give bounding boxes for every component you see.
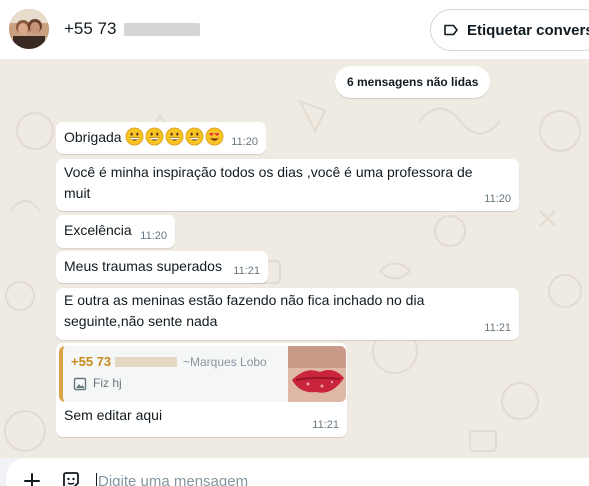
message-text: Meus traumas superados <box>64 258 222 274</box>
message-bubble[interactable]: Meus traumas superados 11:21 <box>56 251 268 283</box>
smiling-face-with-heart-eyes-emoji <box>206 127 224 146</box>
message-bubble[interactable]: E outra as meninas estão fazendo não fic… <box>56 288 519 340</box>
quoted-image-thumbnail <box>288 346 346 402</box>
redacted-number <box>115 356 178 367</box>
message-input[interactable]: Digite uma mensagem <box>96 471 496 486</box>
contact-avatar[interactable] <box>9 9 49 49</box>
message-text: Excelência <box>64 222 132 238</box>
quoted-author: +55 73 <box>71 351 178 372</box>
tag-conversation-button[interactable]: Etiquetar conversa <box>430 9 589 51</box>
quoted-message[interactable]: +55 73 ~Marques Lobo Fiz hj <box>59 346 346 402</box>
composer: Digite uma mensagem <box>6 458 589 486</box>
text-caret <box>96 472 97 486</box>
message-input-placeholder: Digite uma mensagem <box>98 472 249 486</box>
chat-header: +55 73 Etiquetar conversa <box>0 0 589 60</box>
grinning-face-emoji <box>186 127 204 146</box>
grinning-face-emoji <box>166 127 184 146</box>
message-bubble[interactable]: Excelência 11:20 <box>56 215 175 248</box>
sticker-icon[interactable] <box>61 471 81 486</box>
grinning-face-emoji <box>146 127 164 146</box>
message-text: E outra as meninas estão fazendo não fic… <box>64 292 425 329</box>
message-time: 11:20 <box>231 136 258 148</box>
message-time: 11:21 <box>484 322 511 334</box>
message-text: Você é minha inspiração todos os dias ,v… <box>64 164 473 201</box>
message-bubble[interactable]: +55 73 ~Marques Lobo Fiz hj Sem editar a… <box>56 343 347 437</box>
redacted-number <box>124 22 201 36</box>
label-icon <box>444 24 458 36</box>
message-time: 11:21 <box>312 419 339 431</box>
quoted-content: Fiz hj <box>73 373 122 394</box>
composer-bar: Digite uma mensagem <box>0 458 589 486</box>
quoted-push-name: ~Marques Lobo <box>183 355 267 369</box>
message-text: Obrigada <box>64 129 122 145</box>
message-text: Sem editar aqui <box>64 407 163 423</box>
plus-icon[interactable] <box>22 471 42 486</box>
message-time: 11:21 <box>233 265 260 277</box>
message-time: 11:20 <box>484 193 511 205</box>
message-list[interactable]: 6 mensagens não lidas Obrigada 11:20 Voc… <box>0 61 589 458</box>
tag-conversation-label: Etiquetar conversa <box>467 21 589 39</box>
image-icon <box>73 377 87 390</box>
unread-messages-badge: 6 mensagens não lidas <box>335 66 491 98</box>
message-emojis <box>125 127 225 146</box>
message-time: 11:20 <box>140 230 167 242</box>
grinning-face-emoji <box>126 127 144 146</box>
message-bubble[interactable]: Obrigada 11:20 <box>56 122 266 154</box>
message-bubble[interactable]: Você é minha inspiração todos os dias ,v… <box>56 159 519 211</box>
contact-number: +55 73 <box>64 19 117 38</box>
contact-name[interactable]: +55 73 <box>64 19 201 39</box>
